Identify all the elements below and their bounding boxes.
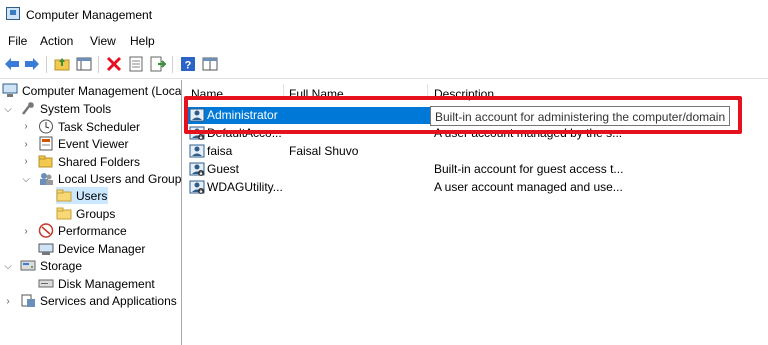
user-icon bbox=[189, 161, 205, 177]
forward-arrow-icon[interactable] bbox=[22, 54, 42, 74]
annotation-highlight-box bbox=[184, 96, 742, 134]
svg-text:?: ? bbox=[185, 60, 192, 72]
table-row[interactable]: Guest Built-in account for guest access … bbox=[187, 161, 765, 178]
user-name: faisa bbox=[207, 144, 233, 158]
services-icon bbox=[20, 293, 36, 308]
chevron-right-icon[interactable]: › bbox=[3, 296, 13, 307]
tree-label: Services and Applications bbox=[40, 293, 177, 308]
computer-management-icon bbox=[6, 7, 20, 20]
tree-item-device-manager[interactable]: Device Manager bbox=[38, 240, 145, 257]
tree-item-services-apps[interactable]: Services and Applications bbox=[20, 292, 177, 309]
chevron-down-icon[interactable]: ⌵ bbox=[3, 104, 13, 115]
help-icon[interactable]: ? bbox=[178, 54, 198, 74]
chevron-down-icon[interactable]: ⌵ bbox=[21, 174, 31, 185]
shared-folder-icon bbox=[38, 154, 54, 169]
title-bar: Computer Management bbox=[0, 0, 768, 30]
up-folder-icon[interactable] bbox=[52, 54, 72, 74]
folder-icon bbox=[56, 206, 72, 221]
tree-label: Storage bbox=[40, 258, 83, 273]
menu-view[interactable]: View bbox=[88, 34, 118, 48]
folder-icon bbox=[56, 188, 72, 203]
export-list-icon[interactable] bbox=[148, 54, 168, 74]
menu-help[interactable]: Help bbox=[128, 34, 157, 48]
performance-icon bbox=[38, 223, 54, 238]
window-title: Computer Management bbox=[26, 8, 153, 22]
storage-icon bbox=[20, 258, 36, 273]
user-name: Guest bbox=[207, 162, 240, 176]
computer-icon bbox=[2, 83, 18, 98]
menu-file[interactable]: File bbox=[6, 34, 29, 48]
users-group-icon bbox=[38, 171, 54, 186]
chevron-right-icon[interactable]: › bbox=[21, 226, 31, 237]
tree-label: Performance bbox=[58, 223, 127, 238]
user-description: A user account managed and use... bbox=[434, 180, 623, 194]
tree-label: Computer Management (Local bbox=[22, 83, 182, 98]
tree-item-performance[interactable]: Performance bbox=[38, 222, 127, 239]
user-icon bbox=[189, 179, 205, 195]
tree-label: System Tools bbox=[40, 101, 112, 116]
tree-item-shared-folders[interactable]: Shared Folders bbox=[38, 153, 140, 170]
chevron-down-icon[interactable]: ⌵ bbox=[3, 261, 13, 272]
back-arrow-icon[interactable] bbox=[2, 54, 22, 74]
tree-item-storage[interactable]: Storage bbox=[20, 257, 82, 274]
tree-label: Shared Folders bbox=[58, 154, 141, 169]
tree-label: Local Users and Groups bbox=[58, 171, 182, 186]
tree-item-groups[interactable]: Groups bbox=[56, 205, 115, 222]
tree-label: Task Scheduler bbox=[58, 119, 141, 134]
clock-icon bbox=[38, 119, 54, 134]
table-row[interactable]: WDAGUtility... A user account managed an… bbox=[187, 179, 765, 196]
user-full-name: Faisal Shuvo bbox=[289, 144, 359, 158]
menu-bar: File Action View Help bbox=[0, 30, 768, 51]
toolbar-separator bbox=[172, 56, 173, 73]
toolbar-separator bbox=[46, 56, 47, 73]
disk-icon bbox=[38, 276, 54, 291]
properties-icon[interactable] bbox=[126, 54, 146, 74]
tree-item-disk-management[interactable]: Disk Management bbox=[38, 275, 155, 292]
tree-label: Device Manager bbox=[58, 241, 146, 256]
console-tree: Computer Management (Local ⌵ System Tool… bbox=[0, 80, 182, 345]
console-tree-icon[interactable] bbox=[200, 54, 220, 74]
tree-item-computer-management[interactable]: Computer Management (Local bbox=[2, 82, 182, 99]
event-viewer-icon bbox=[38, 136, 54, 151]
chevron-right-icon[interactable]: › bbox=[21, 139, 31, 150]
toolbar-separator bbox=[98, 56, 99, 73]
tree-label: Event Viewer bbox=[58, 136, 129, 151]
tree-item-users[interactable]: Users bbox=[56, 187, 108, 204]
tree-item-local-users-groups[interactable]: Local Users and Groups bbox=[38, 170, 182, 187]
tree-label: Groups bbox=[76, 206, 116, 221]
tree-item-system-tools[interactable]: System Tools bbox=[20, 100, 111, 117]
tree-label: Users bbox=[76, 188, 108, 203]
tree-item-task-scheduler[interactable]: Task Scheduler bbox=[38, 118, 140, 135]
user-icon bbox=[189, 143, 205, 159]
table-row[interactable]: faisa Faisal Shuvo bbox=[187, 143, 765, 160]
device-manager-icon bbox=[38, 241, 54, 256]
menu-action[interactable]: Action bbox=[38, 34, 75, 48]
tree-item-event-viewer[interactable]: Event Viewer bbox=[38, 135, 128, 152]
tools-icon bbox=[20, 101, 36, 116]
delete-icon[interactable] bbox=[104, 54, 124, 74]
toolbar: ? bbox=[0, 51, 768, 79]
tree-label: Disk Management bbox=[58, 276, 155, 291]
user-name: WDAGUtility... bbox=[207, 180, 283, 194]
user-description: Built-in account for guest access t... bbox=[434, 162, 624, 176]
show-hide-tree-icon[interactable] bbox=[74, 54, 94, 74]
chevron-right-icon[interactable]: › bbox=[21, 121, 31, 132]
chevron-right-icon[interactable]: › bbox=[21, 156, 31, 167]
